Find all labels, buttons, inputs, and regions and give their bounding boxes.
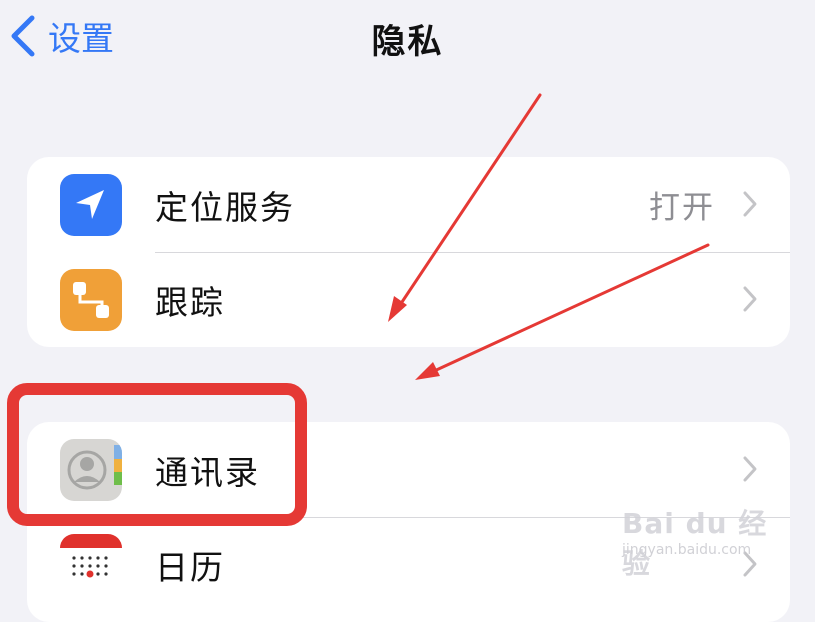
annotation-arrow [415,243,710,380]
annotation-arrow [388,93,542,322]
watermark-url: jingyan.baidu.com [622,542,752,558]
watermark: Bai du 经验 jingyan.baidu.com [622,500,792,580]
